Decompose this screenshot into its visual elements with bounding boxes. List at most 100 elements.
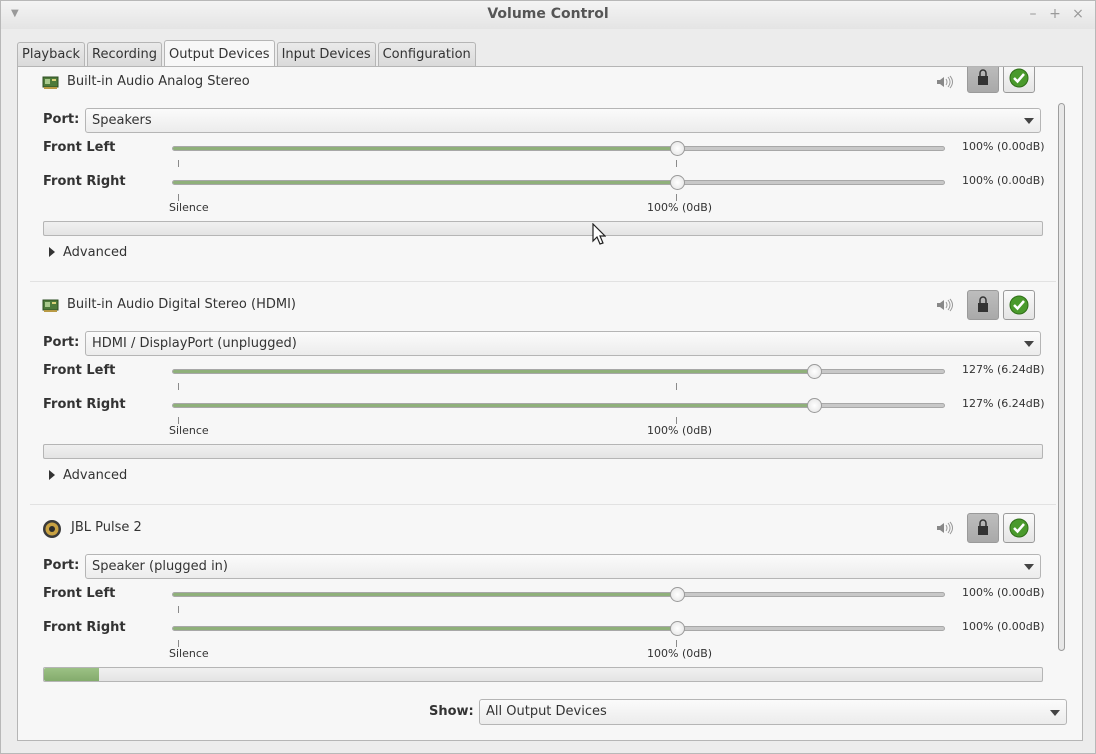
device-name: JBL Pulse 2	[71, 520, 142, 535]
tick-silence	[178, 194, 179, 201]
peak-meter	[43, 667, 1043, 682]
front-right-value: 100% (0.00dB)	[962, 174, 1045, 187]
tab-playback[interactable]: Playback	[17, 42, 86, 66]
tick-silence	[178, 606, 179, 613]
dropdown-arrow-icon	[1024, 341, 1034, 347]
front-left-slider[interactable]	[172, 369, 945, 374]
peak-meter-fill	[44, 668, 99, 681]
set-default-button[interactable]	[1003, 290, 1035, 320]
scrollbar-thumb[interactable]	[1058, 103, 1065, 651]
port-label: Port:	[43, 558, 80, 573]
front-left-slider[interactable]	[172, 146, 945, 151]
dropdown-arrow-icon	[1024, 564, 1034, 570]
maximize-icon[interactable]: +	[1047, 6, 1063, 22]
front-left-value: 100% (0.00dB)	[962, 586, 1045, 599]
sound-card-icon	[42, 299, 59, 312]
device-list: Built-in Audio Analog Stereo Port: Speak…	[30, 67, 1056, 687]
tick-silence	[178, 160, 179, 167]
tab-recording[interactable]: Recording	[87, 42, 163, 66]
lock-channels-button[interactable]	[967, 513, 999, 543]
front-left-label: Front Left	[43, 363, 116, 378]
slider-fill	[173, 181, 677, 184]
front-left-knob[interactable]	[806, 364, 822, 379]
port-select[interactable]: Speaker (plugged in)	[85, 554, 1041, 579]
speaker-icon	[43, 520, 61, 538]
tick-silence	[178, 640, 179, 647]
advanced-expander[interactable]: Advanced	[49, 245, 127, 260]
tab-input-devices[interactable]: Input Devices	[276, 42, 376, 66]
device-card: Built-in Audio Analog Stereo Port: Speak…	[30, 67, 1056, 282]
tab-output-devices[interactable]: Output Devices	[164, 40, 275, 67]
peak-meter	[43, 444, 1043, 459]
device-card: JBL Pulse 2 Port: Speaker (plugged in) F…	[30, 505, 1056, 687]
dropdown-arrow-icon	[1024, 118, 1034, 124]
set-default-button[interactable]	[1003, 67, 1035, 93]
front-left-knob[interactable]	[670, 141, 686, 156]
front-right-label: Front Right	[43, 174, 126, 189]
slider-fill	[173, 627, 677, 630]
tick-silence	[178, 417, 179, 424]
slider-fill	[173, 404, 813, 407]
minimize-icon[interactable]: –	[1025, 6, 1041, 22]
lock-icon	[978, 69, 988, 85]
advanced-label: Advanced	[63, 468, 128, 483]
front-right-slider[interactable]	[172, 180, 945, 185]
front-left-row: Front Left 127% (6.24dB)	[30, 357, 1056, 390]
output-devices-panel: Built-in Audio Analog Stereo Port: Speak…	[17, 66, 1083, 741]
silence-label: Silence	[169, 424, 209, 437]
tick-silence	[178, 383, 179, 390]
port-select-value: Speaker (plugged in)	[92, 559, 228, 574]
speaker-volume-icon	[937, 298, 953, 312]
port-select-value: Speakers	[92, 113, 152, 128]
tab-configuration[interactable]: Configuration	[377, 42, 476, 66]
front-right-label: Front Right	[43, 620, 126, 635]
front-right-value: 100% (0.00dB)	[962, 620, 1045, 633]
port-select-value: HDMI / DisplayPort (unplugged)	[92, 336, 297, 351]
front-right-label: Front Right	[43, 397, 126, 412]
advanced-expander[interactable]: Advanced	[49, 468, 127, 483]
tick-100	[676, 417, 677, 424]
port-select[interactable]: HDMI / DisplayPort (unplugged)	[85, 331, 1041, 356]
device-card: Built-in Audio Digital Stereo (HDMI) Por…	[30, 282, 1056, 505]
front-right-slider[interactable]	[172, 626, 945, 631]
tick-100	[676, 194, 677, 201]
show-label: Show:	[429, 704, 474, 719]
front-left-row: Front Left 100% (0.00dB)	[30, 580, 1056, 613]
tick-100	[676, 160, 677, 167]
tick-100	[676, 383, 677, 390]
expander-arrow-icon	[49, 470, 55, 480]
port-label: Port:	[43, 112, 80, 127]
peak-meter	[43, 221, 1043, 236]
front-right-knob[interactable]	[670, 621, 686, 636]
hundred-percent-label: 100% (0dB)	[647, 647, 713, 660]
lock-channels-button[interactable]	[967, 290, 999, 320]
front-left-knob[interactable]	[670, 587, 686, 602]
hundred-percent-label: 100% (0dB)	[647, 424, 713, 437]
speaker-volume-icon	[937, 521, 953, 535]
front-right-knob[interactable]	[670, 175, 686, 190]
show-select[interactable]: All Output Devices	[479, 699, 1067, 725]
front-right-slider[interactable]	[172, 403, 945, 408]
front-right-knob[interactable]	[806, 398, 822, 413]
front-right-row: Front Right 100% (0.00dB)	[30, 168, 1056, 201]
lock-channels-button[interactable]	[967, 67, 999, 93]
window-title: Volume Control	[487, 6, 609, 22]
front-right-value: 127% (6.24dB)	[962, 397, 1045, 410]
front-left-slider[interactable]	[172, 592, 945, 597]
slider-fill	[173, 593, 677, 596]
vertical-scrollbar[interactable]	[1058, 79, 1065, 689]
dropdown-arrow-icon	[1050, 710, 1060, 716]
tab-bar: Playback Recording Output Devices Input …	[17, 39, 478, 67]
speaker-volume-icon	[937, 75, 953, 89]
show-select-value: All Output Devices	[486, 704, 607, 719]
front-left-label: Front Left	[43, 586, 116, 601]
set-default-button[interactable]	[1003, 513, 1035, 543]
device-name: Built-in Audio Digital Stereo (HDMI)	[67, 297, 296, 312]
front-left-label: Front Left	[43, 140, 116, 155]
expander-arrow-icon	[49, 247, 55, 257]
silence-label: Silence	[169, 647, 209, 660]
front-right-row: Front Right 100% (0.00dB)	[30, 614, 1056, 647]
close-icon[interactable]: ×	[1070, 6, 1086, 22]
title-bar: ▼ Volume Control – + ×	[1, 1, 1095, 29]
port-select[interactable]: Speakers	[85, 108, 1041, 133]
